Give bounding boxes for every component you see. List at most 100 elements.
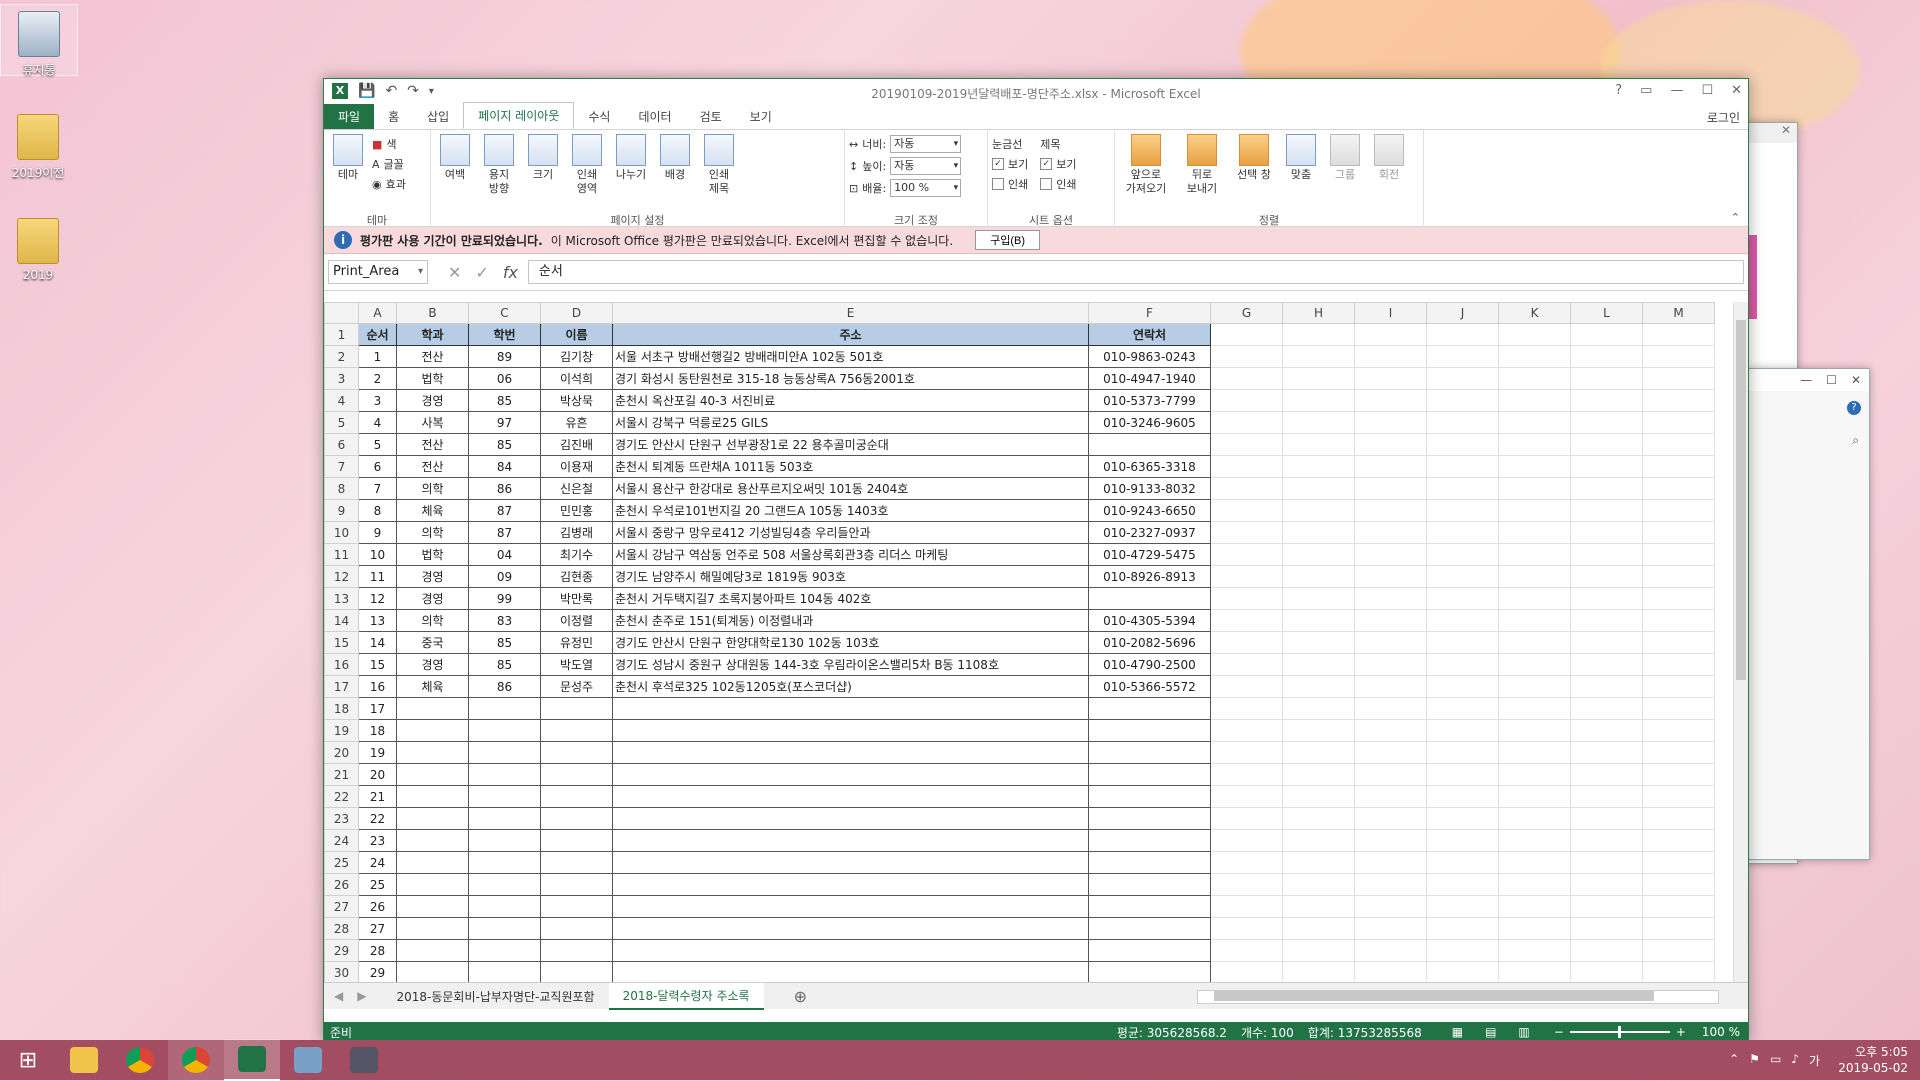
cell[interactable] (1210, 587, 1283, 610)
tab-page-layout[interactable]: 페이지 레이아웃 (463, 102, 575, 129)
cell[interactable] (540, 763, 613, 786)
cell[interactable]: 12 (358, 587, 397, 610)
tab-insert[interactable]: 삽입 (413, 104, 463, 129)
cell[interactable] (1354, 917, 1427, 940)
header-cell[interactable] (1498, 323, 1571, 346)
cell[interactable] (1210, 829, 1283, 852)
cell[interactable]: 서울시 용산구 한강대로 용산푸르지오써밋 101동 2404호 (612, 477, 1089, 500)
cell[interactable] (1498, 631, 1571, 654)
cell[interactable] (1354, 653, 1427, 676)
cell[interactable] (396, 851, 469, 874)
cell[interactable] (1282, 763, 1355, 786)
cell[interactable] (1088, 763, 1211, 786)
cell[interactable] (1088, 719, 1211, 742)
cell[interactable] (1426, 895, 1499, 918)
row-header[interactable]: 23 (324, 807, 359, 830)
volume-icon[interactable]: ♪ (1791, 1052, 1799, 1069)
cell[interactable] (1426, 763, 1499, 786)
cell[interactable] (1282, 697, 1355, 720)
orientation-button[interactable]: 용지 방향 (479, 134, 519, 196)
cell[interactable] (468, 807, 541, 830)
cell[interactable] (1426, 345, 1499, 368)
tab-home[interactable]: 홈 (374, 104, 413, 129)
cell[interactable] (1088, 917, 1211, 940)
row-header[interactable]: 19 (324, 719, 359, 742)
cell[interactable] (1642, 587, 1715, 610)
cell[interactable]: 24 (358, 851, 397, 874)
cell[interactable] (1354, 587, 1427, 610)
cell[interactable] (1282, 367, 1355, 390)
row-header[interactable]: 21 (324, 763, 359, 786)
cell[interactable] (1570, 873, 1643, 896)
header-cell[interactable]: 이름 (540, 323, 613, 346)
formula-input[interactable]: 순서 (527, 260, 1744, 284)
cell[interactable] (1282, 719, 1355, 742)
header-cell[interactable]: 순서 (358, 323, 397, 346)
cell[interactable] (1210, 631, 1283, 654)
cell[interactable] (1354, 697, 1427, 720)
cell[interactable] (1642, 741, 1715, 764)
cell[interactable] (1354, 741, 1427, 764)
new-sheet-icon[interactable]: ⊕ (794, 987, 807, 1006)
cell[interactable] (1354, 455, 1427, 478)
cell[interactable] (1570, 565, 1643, 588)
cell[interactable] (1642, 807, 1715, 830)
cell[interactable] (1354, 873, 1427, 896)
cell[interactable] (1570, 499, 1643, 522)
cell[interactable]: 춘천시 우석로101번지길 20 그랜드A 105동 1403호 (612, 499, 1089, 522)
cell[interactable]: 김현종 (540, 565, 613, 588)
cell[interactable]: 의학 (396, 477, 469, 500)
cell[interactable] (1210, 939, 1283, 962)
cell[interactable] (396, 917, 469, 940)
row-header[interactable]: 24 (324, 829, 359, 852)
cell[interactable]: 경기도 안산시 단원구 한양대학로130 102동 103호 (612, 631, 1089, 654)
select-all-corner[interactable] (324, 302, 359, 324)
cell[interactable] (612, 829, 1089, 852)
cell[interactable] (1354, 807, 1427, 830)
cell[interactable]: 경기도 안산시 단원구 선부광장1로 22 용추골미궁순대 (612, 433, 1089, 456)
header-cell[interactable] (1570, 323, 1643, 346)
row-header[interactable]: 13 (324, 587, 359, 610)
cell[interactable] (1282, 961, 1355, 982)
row-header[interactable]: 18 (324, 697, 359, 720)
cell[interactable] (1642, 411, 1715, 434)
cell[interactable]: 010-5366-5572 (1088, 675, 1211, 698)
cell[interactable] (1426, 499, 1499, 522)
cell[interactable] (468, 785, 541, 808)
cell[interactable] (1642, 961, 1715, 982)
cell[interactable]: 서울 서초구 방배선행길2 방배래미안A 102동 501호 (612, 345, 1089, 368)
cell[interactable] (612, 719, 1089, 742)
cell[interactable] (1210, 499, 1283, 522)
cell[interactable] (1498, 697, 1571, 720)
cell[interactable] (1570, 367, 1643, 390)
cell[interactable] (1642, 345, 1715, 368)
help-icon[interactable]: ? (1847, 401, 1861, 415)
cell[interactable] (396, 719, 469, 742)
minimize-icon[interactable]: — (1800, 373, 1812, 387)
cell[interactable] (1426, 455, 1499, 478)
cell[interactable] (612, 873, 1089, 896)
cell[interactable] (1282, 873, 1355, 896)
cell[interactable] (1282, 785, 1355, 808)
cell[interactable] (1570, 895, 1643, 918)
cell[interactable] (1498, 851, 1571, 874)
cell[interactable] (1354, 675, 1427, 698)
column-header-l[interactable]: L (1570, 302, 1643, 324)
cell[interactable] (1642, 939, 1715, 962)
column-header-a[interactable]: A (358, 302, 397, 324)
taskbar-excel[interactable] (224, 1039, 280, 1081)
tab-file[interactable]: 파일 (324, 104, 375, 129)
cell[interactable] (468, 719, 541, 742)
cell[interactable] (1282, 631, 1355, 654)
column-header-b[interactable]: B (396, 302, 469, 324)
header-cell[interactable]: 학과 (396, 323, 469, 346)
insert-function-icon[interactable]: fx (503, 263, 518, 282)
cell[interactable]: 6 (358, 455, 397, 478)
cell[interactable]: 이석희 (540, 367, 613, 390)
cell[interactable]: 경영 (396, 565, 469, 588)
cell[interactable] (396, 807, 469, 830)
column-header-g[interactable]: G (1210, 302, 1283, 324)
cell[interactable]: 박만록 (540, 587, 613, 610)
cell[interactable]: 09 (468, 565, 541, 588)
cell[interactable] (1354, 367, 1427, 390)
